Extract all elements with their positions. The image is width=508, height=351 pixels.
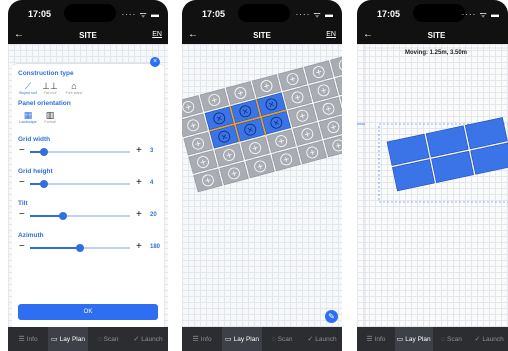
plan-canvas: ++++++++×××++++×××+++++++++++++++++ bbox=[182, 44, 342, 327]
increase-button[interactable]: + bbox=[136, 178, 142, 188]
scan-icon: ◌ bbox=[271, 335, 276, 343]
slider-track[interactable] bbox=[30, 244, 130, 252]
option-landscape[interactable]: ▦ Landscape bbox=[18, 110, 38, 124]
decrease-button[interactable]: − bbox=[19, 210, 25, 220]
nav-bar: ← SITE EN bbox=[182, 28, 342, 44]
slider-label: Grid width bbox=[18, 136, 51, 143]
slider-thumb[interactable] bbox=[40, 180, 48, 188]
decrease-button[interactable]: − bbox=[19, 178, 25, 188]
phone-move-array: 17:05 ···· ᯤ ▬ ← SITE Moving: 1.25m, 3.5… bbox=[357, 0, 508, 351]
status-bar: 17:05 ···· ᯤ ▬ bbox=[8, 0, 168, 28]
option-free-stand[interactable]: ⌂ Free stand bbox=[64, 81, 84, 95]
panel-grid: ++++++++×××++++×××+++++++++++++++++ bbox=[182, 53, 342, 193]
slider-label: Grid height bbox=[18, 168, 53, 175]
close-icon[interactable]: × bbox=[150, 57, 160, 67]
list-icon: ☰ bbox=[366, 336, 373, 343]
tab-launch[interactable]: ✓ Launch bbox=[128, 327, 168, 351]
status-bar: 17:05 ···· ᯤ ▬ bbox=[182, 0, 342, 28]
slider-track[interactable] bbox=[30, 212, 130, 220]
increase-button[interactable]: + bbox=[136, 210, 142, 220]
free-stand-icon: ⌂ bbox=[71, 81, 77, 91]
panel-array: ++++++++×××++++×××+++++++++++++++++ bbox=[182, 53, 342, 193]
nav-bar: ← SITE EN bbox=[8, 28, 168, 44]
dynamic-island bbox=[64, 4, 116, 22]
layout-icon: ▭ bbox=[396, 336, 404, 343]
option-sloped-roof[interactable]: ⟋ Sloped roof bbox=[18, 81, 38, 95]
list-icon: ☰ bbox=[18, 336, 25, 343]
plan-canvas: Moving: 1.25m, 3.50m bbox=[357, 44, 508, 327]
increase-button[interactable]: + bbox=[136, 146, 142, 156]
moving-panel-array[interactable] bbox=[386, 117, 508, 192]
settings-sheet: × Construction type ⟋ Sloped roof ⊥⊥ Fla… bbox=[12, 57, 164, 327]
status-time: 17:05 bbox=[377, 9, 401, 19]
tab-bar: ☰ Info ▭ Lay Plan ◌ Scan ✓ Launch bbox=[8, 327, 168, 351]
tab-launch[interactable]: ✓ Launch bbox=[470, 327, 508, 351]
slider-thumb[interactable] bbox=[76, 244, 84, 252]
check-icon: ✓ bbox=[133, 336, 140, 343]
tab-lay-plan[interactable]: ▭ Lay Plan bbox=[394, 327, 433, 351]
status-time: 17:05 bbox=[202, 9, 226, 19]
moving-readout: Moving: 1.25m, 3.50m bbox=[405, 50, 468, 56]
nav-title: SITE bbox=[253, 31, 271, 40]
nav-title: SITE bbox=[79, 31, 97, 40]
edit-pencil-icon[interactable]: ✎ bbox=[325, 310, 338, 323]
sloped-roof-icon: ⟋ bbox=[24, 81, 32, 91]
flat-roof-icon: ⊥⊥ bbox=[42, 81, 58, 91]
tab-scan[interactable]: ◌ Scan bbox=[433, 327, 471, 351]
system-icons: ···· ᯤ ▬ bbox=[461, 10, 500, 19]
landscape-icon: ▦ bbox=[23, 110, 33, 120]
option-flat-roof[interactable]: ⊥⊥ Flat roof bbox=[40, 81, 60, 95]
tab-lay-plan[interactable]: ▭ Lay Plan bbox=[222, 327, 262, 351]
list-icon: ☰ bbox=[192, 336, 199, 343]
add-mark: + bbox=[334, 140, 342, 150]
construction-type-title: Construction type bbox=[18, 70, 74, 77]
slider-track[interactable] bbox=[30, 180, 130, 188]
layout-icon: ▭ bbox=[51, 336, 58, 343]
scan-icon: ◌ bbox=[97, 335, 102, 343]
language-link[interactable]: EN bbox=[152, 31, 162, 38]
panel-orientation-title: Panel orientation bbox=[18, 100, 71, 107]
tab-bar: ☰ Info ▭ Lay Plan ◌ Scan ✓ Launch bbox=[357, 327, 508, 351]
slider-label: Tilt bbox=[18, 200, 28, 207]
option-portrait[interactable]: ▥ Portrait bbox=[40, 110, 60, 124]
increase-button[interactable]: + bbox=[136, 242, 142, 252]
slider-thumb[interactable] bbox=[40, 148, 48, 156]
slider-value: 20 bbox=[150, 212, 157, 218]
tab-launch[interactable]: ✓ Launch bbox=[302, 327, 342, 351]
slider-label: Azimuth bbox=[18, 232, 44, 239]
system-icons: ···· ᯤ ▬ bbox=[121, 10, 160, 19]
tab-scan[interactable]: ◌ Scan bbox=[88, 327, 128, 351]
phone-settings: 17:05 ···· ᯤ ▬ ← SITE EN × Construction … bbox=[8, 0, 168, 351]
layout-icon: ▭ bbox=[225, 336, 232, 343]
scan-icon: ◌ bbox=[440, 335, 446, 343]
nav-title: SITE bbox=[427, 31, 446, 40]
tab-info[interactable]: ☰ Info bbox=[357, 327, 395, 351]
phone-grid-editor: 17:05 ···· ᯤ ▬ ← SITE EN ++++++++×××++++… bbox=[182, 0, 342, 351]
ok-button[interactable]: OK bbox=[18, 304, 158, 320]
tab-info[interactable]: ☰ Info bbox=[182, 327, 222, 351]
portrait-icon: ▥ bbox=[45, 110, 55, 120]
decrease-button[interactable]: − bbox=[19, 146, 25, 156]
check-icon: ✓ bbox=[307, 336, 314, 343]
slider-value: 4 bbox=[150, 180, 154, 186]
status-time: 17:05 bbox=[28, 9, 52, 19]
system-icons: ···· ᯤ ▬ bbox=[295, 10, 334, 19]
slider-thumb[interactable] bbox=[59, 212, 67, 220]
slider-fill bbox=[30, 247, 80, 249]
language-link[interactable]: EN bbox=[326, 31, 336, 38]
tab-scan[interactable]: ◌ Scan bbox=[262, 327, 302, 351]
check-icon: ✓ bbox=[474, 336, 481, 343]
status-bar: 17:05 ···· ᯤ ▬ bbox=[357, 0, 508, 28]
decrease-button[interactable]: − bbox=[19, 242, 25, 252]
tab-bar: ☰ Info ▭ Lay Plan ◌ Scan ✓ Launch bbox=[182, 327, 342, 351]
tab-info[interactable]: ☰ Info bbox=[8, 327, 48, 351]
nav-bar: ← SITE bbox=[357, 28, 508, 44]
tab-lay-plan[interactable]: ▭ Lay Plan bbox=[48, 327, 88, 351]
dynamic-island bbox=[238, 4, 290, 22]
slider-value: 3 bbox=[150, 148, 154, 154]
slider-track[interactable] bbox=[30, 148, 130, 156]
dynamic-island bbox=[413, 4, 465, 22]
move-canvas bbox=[357, 44, 508, 327]
slider-value: 180 bbox=[150, 244, 161, 250]
